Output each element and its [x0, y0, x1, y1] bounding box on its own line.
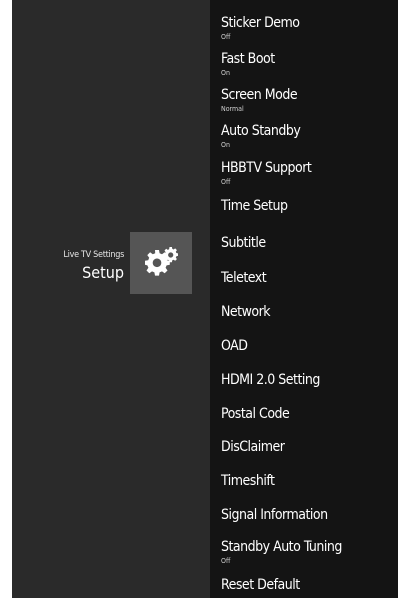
- menu-item-label: Auto Standby: [221, 123, 301, 139]
- menu-item-signal-information[interactable]: Signal Information: [221, 507, 391, 524]
- menu-item-label: Signal Information: [221, 507, 328, 523]
- menu-item-network[interactable]: Network: [221, 304, 391, 321]
- menu-item-label: Sticker Demo: [221, 15, 300, 31]
- menu-item-label: Fast Boot: [221, 51, 275, 67]
- breadcrumb: Live TV Settings: [63, 250, 124, 260]
- menu-item-label: HDMI 2.0 Setting: [221, 372, 320, 388]
- menu-item-label: Subtitle: [221, 235, 266, 251]
- menu-item-value: Off: [221, 33, 231, 41]
- menu-item-hdmi-setting[interactable]: HDMI 2.0 Setting: [221, 372, 391, 389]
- left-panel: Live TV Settings Setup: [12, 0, 210, 598]
- menu-item-reset-default[interactable]: Reset Default: [221, 577, 391, 594]
- menu-item-auto-standby[interactable]: Auto Standby On: [221, 123, 391, 149]
- menu-item-label: Screen Mode: [221, 87, 298, 103]
- menu-item-label: Reset Default: [221, 577, 300, 593]
- menu-item-label: Timeshift: [221, 473, 275, 489]
- menu-item-postal-code[interactable]: Postal Code: [221, 406, 391, 423]
- menu-item-label: Network: [221, 304, 271, 320]
- tv-settings-screen: Live TV Settings Setup Sticker Demo Off …: [12, 0, 398, 598]
- menu-item-value: On: [221, 69, 230, 77]
- menu-item-value: On: [221, 141, 230, 149]
- menu-item-fast-boot[interactable]: Fast Boot On: [221, 51, 391, 77]
- gear-icon: [144, 246, 179, 280]
- menu-item-label: Postal Code: [221, 406, 290, 422]
- page-title: Setup: [82, 263, 124, 282]
- menu-item-teletext[interactable]: Teletext: [221, 270, 391, 287]
- menu-item-timeshift[interactable]: Timeshift: [221, 473, 391, 490]
- menu-item-value: Off: [221, 557, 231, 565]
- menu-item-label: Time Setup: [221, 198, 288, 214]
- menu-item-value: Off: [221, 178, 231, 186]
- menu-item-disclaimer[interactable]: DisClaimer: [221, 439, 391, 456]
- menu-item-label: Teletext: [221, 270, 267, 286]
- menu-item-screen-mode[interactable]: Screen Mode Normal: [221, 87, 391, 113]
- menu-item-label: HBBTV Support: [221, 160, 312, 176]
- menu-item-sticker-demo[interactable]: Sticker Demo Off: [221, 15, 391, 41]
- menu-item-subtitle[interactable]: Subtitle: [221, 235, 391, 252]
- menu-item-label: OAD: [221, 338, 248, 354]
- menu-item-hbbtv-support[interactable]: HBBTV Support Off: [221, 160, 391, 186]
- menu-item-value: Normal: [221, 105, 244, 113]
- menu-item-label: DisClaimer: [221, 439, 285, 455]
- settings-menu: Sticker Demo Off Fast Boot On Screen Mod…: [210, 0, 398, 598]
- menu-item-standby-auto-tuning[interactable]: Standby Auto Tuning Off: [221, 539, 391, 565]
- menu-item-label: Standby Auto Tuning: [221, 539, 342, 555]
- menu-item-time-setup[interactable]: Time Setup: [221, 198, 391, 215]
- category-icon-tile: [130, 232, 192, 294]
- menu-item-oad[interactable]: OAD: [221, 338, 391, 355]
